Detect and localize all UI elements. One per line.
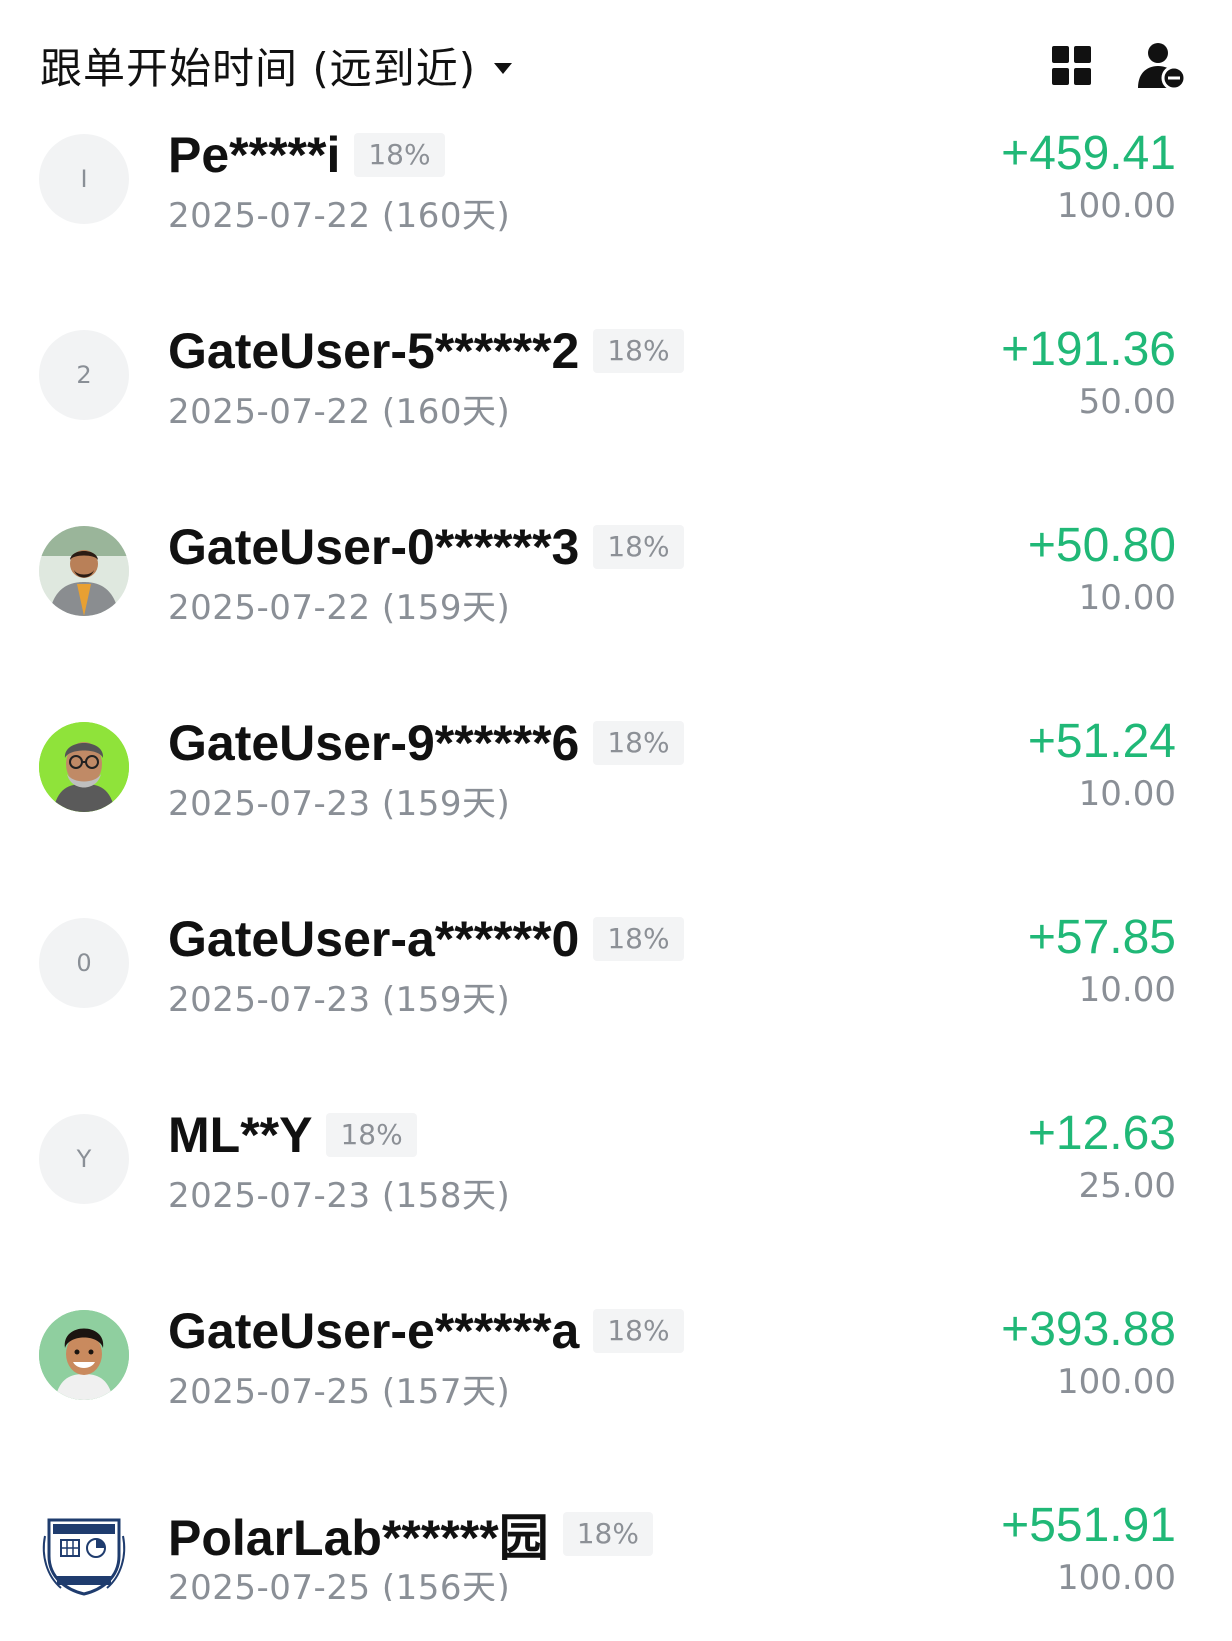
pnl-value: +393.88 (1001, 1303, 1176, 1356)
list-item[interactable]: 0 GateUser-a******0 18% 2025-07-23 (159天… (0, 904, 1232, 1100)
person-photo-icon (39, 526, 129, 616)
avatar (39, 722, 129, 812)
name-line: GateUser-e******a 18% (168, 1302, 684, 1360)
name-line: GateUser-a******0 18% (168, 910, 684, 968)
avatar-initial: 2 (76, 361, 92, 389)
avatar: 2 (39, 330, 129, 420)
profit-share-badge: 18% (354, 133, 445, 177)
header: 跟单开始时间 (远到近) (0, 0, 1232, 120)
user-name: GateUser-0******3 (168, 519, 580, 575)
list-item[interactable]: GateUser-9******6 18% 2025-07-23 (159天) … (0, 708, 1232, 904)
list-item[interactable]: GateUser-e******a 18% 2025-07-25 (157天) … (0, 1296, 1232, 1492)
pnl-value: +50.80 (1027, 519, 1176, 572)
sort-dropdown[interactable]: 跟单开始时间 (远到近) (40, 36, 513, 94)
profit-share-badge: 18% (326, 1113, 417, 1157)
start-date: 2025-07-22 (160天) (168, 196, 511, 236)
avatar (39, 526, 129, 616)
pnl-value: +12.63 (1027, 1107, 1176, 1160)
copy-amount: 100.00 (1057, 186, 1176, 226)
user-name: GateUser-e******a (168, 1303, 580, 1359)
avatar: 0 (39, 918, 129, 1008)
caret-down-icon (494, 62, 513, 74)
user-remove-icon[interactable] (1138, 42, 1187, 91)
person-photo-icon (39, 1310, 129, 1400)
user-name: ML**Y (168, 1107, 313, 1163)
list-item[interactable]: I Pe*****i 18% 2025-07-22 (160天) +459.41… (0, 120, 1232, 316)
pnl-value: +57.85 (1027, 911, 1176, 964)
name-line: GateUser-9******6 18% (168, 714, 684, 772)
name-line: GateUser-0******3 18% (168, 518, 684, 576)
avatar (39, 1310, 129, 1400)
user-name: Pe*****i (168, 127, 341, 183)
profit-share-badge: 18% (593, 721, 684, 765)
pnl-value: +191.36 (1001, 323, 1176, 376)
start-date: 2025-07-25 (156天) (168, 1568, 511, 1601)
avatar-initial: I (80, 165, 88, 193)
list-item[interactable]: GateUser-0******3 18% 2025-07-22 (159天) … (0, 512, 1232, 708)
user-name: GateUser-9******6 (168, 715, 580, 771)
copy-amount: 100.00 (1057, 1558, 1176, 1598)
profit-share-badge: 18% (593, 525, 684, 569)
profit-share-badge: 18% (593, 1309, 684, 1353)
avatar: Y (39, 1114, 129, 1204)
list-item[interactable]: PolarLab******园 18% 2025-07-25 (156天) +5… (0, 1492, 1232, 1601)
person-photo-icon (39, 722, 129, 812)
profit-share-badge: 18% (562, 1512, 653, 1556)
start-date: 2025-07-22 (159天) (168, 588, 511, 628)
start-date: 2025-07-23 (158天) (168, 1176, 511, 1216)
start-date: 2025-07-23 (159天) (168, 980, 511, 1020)
pnl-value: +51.24 (1027, 715, 1176, 768)
polar-labs-logo-icon (42, 1518, 126, 1596)
avatar (39, 1506, 129, 1596)
profit-share-badge: 18% (593, 917, 684, 961)
avatar: I (39, 134, 129, 224)
copy-amount: 10.00 (1078, 578, 1176, 618)
copy-amount: 100.00 (1057, 1362, 1176, 1402)
follower-list: I Pe*****i 18% 2025-07-22 (160天) +459.41… (0, 120, 1232, 1601)
start-date: 2025-07-25 (157天) (168, 1372, 511, 1412)
sort-label: 跟单开始时间 (远到近) (40, 43, 477, 93)
copy-amount: 10.00 (1078, 970, 1176, 1010)
name-line: ML**Y 18% (168, 1106, 417, 1164)
copy-amount: 25.00 (1078, 1166, 1176, 1206)
copy-amount: 10.00 (1078, 774, 1176, 814)
grid-view-icon[interactable] (1052, 46, 1092, 86)
user-name: GateUser-5******2 (168, 323, 580, 379)
list-item[interactable]: 2 GateUser-5******2 18% 2025-07-22 (160天… (0, 316, 1232, 512)
name-line: Pe*****i 18% (168, 126, 445, 184)
name-line: GateUser-5******2 18% (168, 322, 684, 380)
pnl-value: +459.41 (1001, 127, 1176, 180)
copy-amount: 50.00 (1078, 382, 1176, 422)
pnl-value: +551.91 (1001, 1499, 1176, 1552)
profit-share-badge: 18% (593, 329, 684, 373)
list-item[interactable]: Y ML**Y 18% 2025-07-23 (158天) +12.63 25.… (0, 1100, 1232, 1296)
user-name: GateUser-a******0 (168, 911, 580, 967)
start-date: 2025-07-22 (160天) (168, 392, 511, 432)
avatar-initial: 0 (76, 949, 92, 977)
avatar-initial: Y (76, 1145, 92, 1173)
start-date: 2025-07-23 (159天) (168, 784, 511, 824)
